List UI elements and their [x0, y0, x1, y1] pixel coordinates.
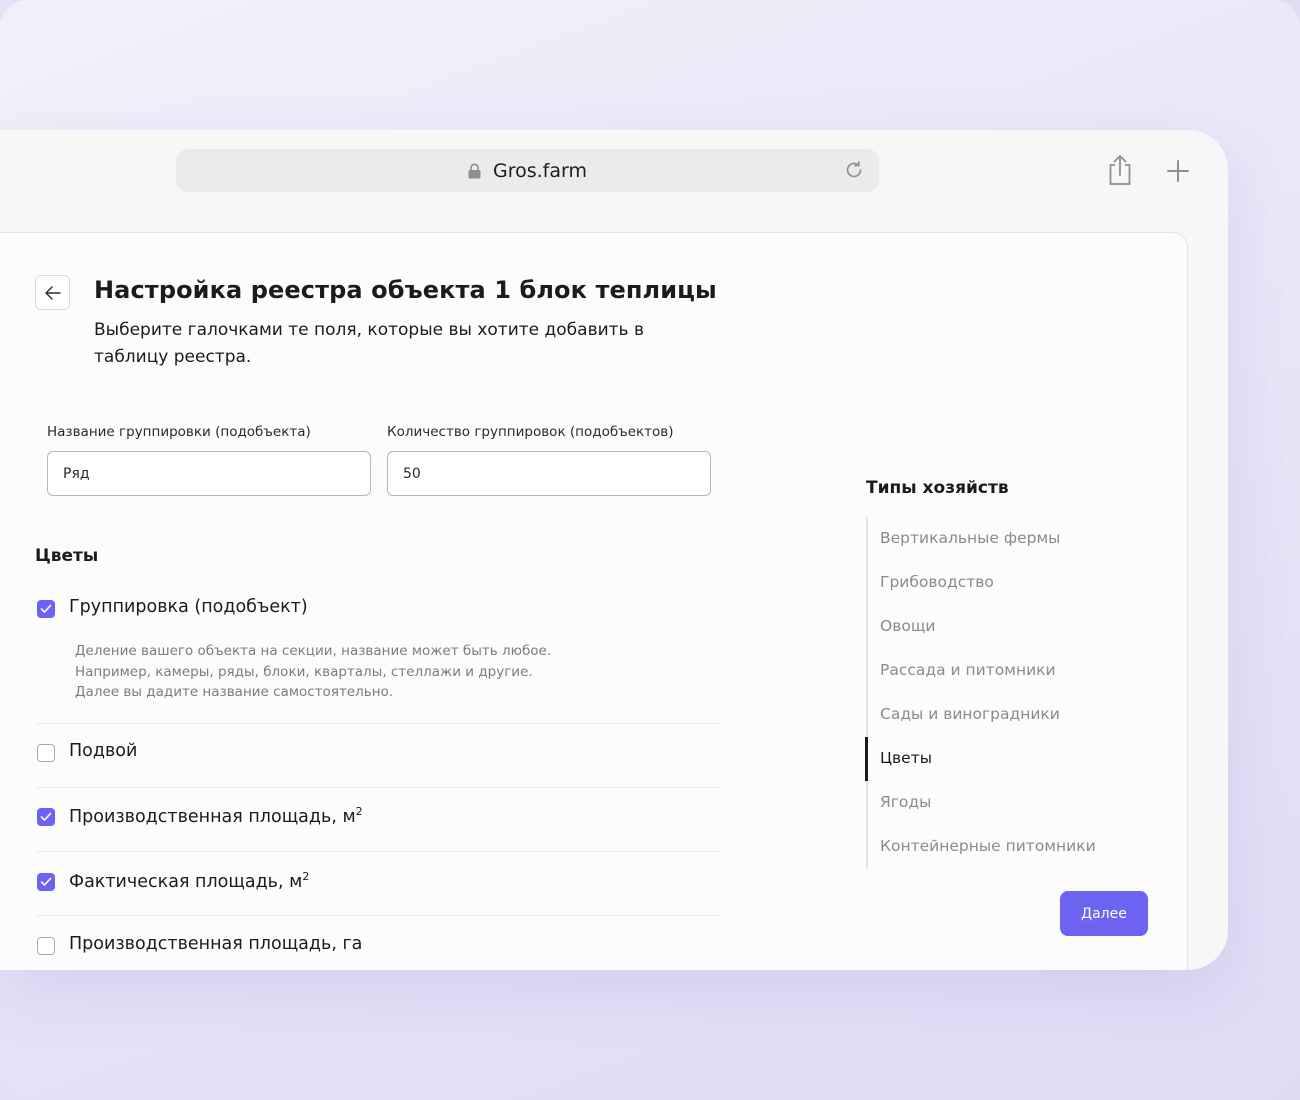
- checkbox-unchecked[interactable]: [37, 744, 55, 762]
- type-item-vegetables[interactable]: Овощи: [880, 617, 936, 635]
- field-label: Подвой: [69, 741, 138, 761]
- field-label: Группировка (подобъект): [69, 597, 308, 617]
- superscript: 2: [302, 870, 310, 883]
- page-subtitle: Выберите галочками те поля, которые вы х…: [94, 320, 644, 367]
- types-active-indicator: [865, 737, 868, 781]
- checkbox-checked[interactable]: [37, 808, 55, 826]
- page-title: Настройка реестра объекта 1 блок теплицы: [94, 276, 717, 304]
- field-label: Производственная площадь, га: [69, 934, 363, 954]
- section-title: Цветы: [35, 546, 99, 566]
- group-name-value: Ряд: [63, 465, 90, 482]
- type-item-berries[interactable]: Ягоды: [880, 793, 931, 811]
- back-button[interactable]: [35, 275, 70, 310]
- superscript: 2: [355, 805, 363, 818]
- type-item-mushrooms[interactable]: Грибоводство: [880, 573, 994, 591]
- url-text: Gros.farm: [493, 159, 587, 182]
- type-item-seedlings[interactable]: Рассада и питомники: [880, 661, 1056, 679]
- share-icon[interactable]: [1106, 154, 1134, 186]
- type-item-vertical-farms[interactable]: Вертикальные фермы: [880, 529, 1060, 547]
- background: Gros.farm Настройка реестра объекта 1 бл…: [0, 0, 1300, 1100]
- new-tab-icon[interactable]: [1166, 159, 1190, 183]
- types-title: Типы хозяйств: [866, 478, 1009, 498]
- hint-line: Например, камеры, ряды, блоки, кварталы,…: [75, 663, 533, 680]
- lock-icon: [468, 163, 481, 178]
- field-label: Фактическая площадь, м2: [69, 870, 310, 892]
- divider: [35, 787, 721, 788]
- type-item-orchards[interactable]: Сады и виноградники: [880, 705, 1060, 723]
- type-item-flowers[interactable]: Цветы: [880, 749, 932, 767]
- divider: [35, 851, 721, 852]
- settings-page: Настройка реестра объекта 1 блок теплицы…: [0, 232, 1188, 970]
- next-button[interactable]: Далее: [1060, 891, 1148, 936]
- browser-toolbar: Gros.farm: [0, 130, 1228, 212]
- grouping-hint: Деление вашего объекта на секции, назван…: [75, 641, 551, 703]
- group-count-value: 50: [403, 465, 421, 482]
- divider: [35, 723, 721, 724]
- arrow-left-icon: [44, 285, 61, 300]
- checkbox-checked[interactable]: [37, 873, 55, 891]
- group-name-input[interactable]: Ряд: [47, 451, 371, 496]
- types-nav-line: [866, 517, 868, 869]
- checkbox-unchecked[interactable]: [37, 937, 55, 955]
- reload-icon[interactable]: [843, 159, 865, 181]
- divider: [35, 915, 721, 916]
- check-icon: [40, 812, 52, 821]
- hint-line: Деление вашего объекта на секции, назван…: [75, 643, 552, 659]
- address-bar[interactable]: Gros.farm: [176, 149, 879, 192]
- hint-line: Далее вы дадите название самостоятельно.: [75, 684, 394, 700]
- group-name-label: Название группировки (подобъекта): [47, 424, 311, 440]
- group-count-label: Количество группировок (подобъектов): [387, 424, 674, 440]
- field-label: Производственная площадь, м2: [69, 805, 363, 827]
- checkbox-checked[interactable]: [37, 600, 55, 618]
- browser-window: Gros.farm Настройка реестра объекта 1 бл…: [0, 130, 1228, 970]
- type-item-container-nurseries[interactable]: Контейнерные питомники: [880, 837, 1096, 855]
- check-icon: [40, 604, 52, 613]
- check-icon: [40, 877, 52, 886]
- group-count-input[interactable]: 50: [387, 451, 711, 496]
